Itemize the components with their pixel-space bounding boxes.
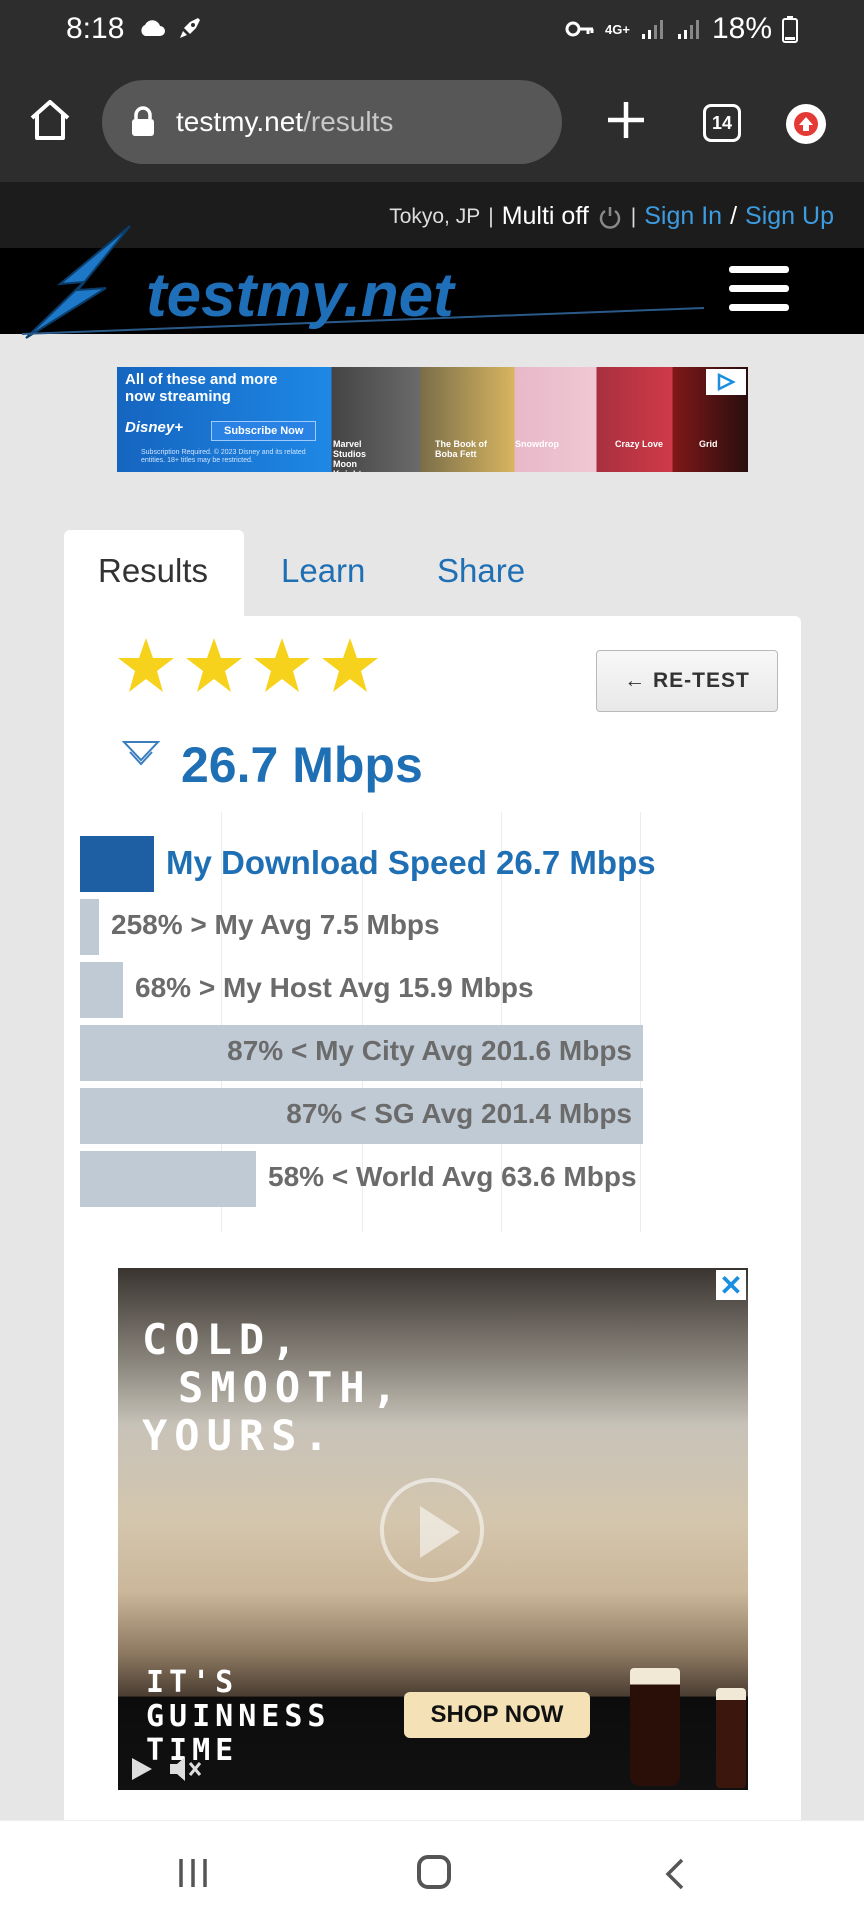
site-logo[interactable]: testmy.net (22, 224, 722, 340)
speed-comparison-chart: My Download Speed 26.7 Mbps 258% > My Av… (80, 812, 656, 1232)
signal-icon-2 (677, 20, 699, 39)
site-header: testmy.net (0, 225, 864, 339)
ad-video-bottom[interactable]: COLD, SMOOTH, YOURS. IT'S GUINNESS TIME … (118, 1268, 748, 1790)
bar-world-avg (80, 1151, 256, 1207)
bar-host-avg (80, 962, 123, 1018)
play-small-icon[interactable] (130, 1756, 154, 1782)
close-ad-icon[interactable]: ✕ (716, 1270, 746, 1301)
star-icon (322, 638, 378, 692)
cloud-icon (141, 20, 165, 36)
status-time: 8:18 (66, 12, 125, 45)
slash-separator: / (730, 202, 738, 230)
rocket-icon (180, 18, 200, 38)
tab-switcher-button[interactable]: 14 (703, 104, 741, 142)
new-tab-icon[interactable] (604, 98, 648, 142)
tab-share[interactable]: Share (437, 552, 525, 590)
star-icon (186, 638, 242, 692)
bar-my-download (80, 836, 154, 892)
browser-toolbar: testmy.net/results 14 (0, 64, 864, 182)
pint-glass-image (630, 1668, 680, 1786)
status-bar: 8:18 4G+ 18% (0, 0, 864, 64)
svg-text:testmy.net: testmy.net (146, 261, 456, 330)
label-sg-avg: 87% < SG Avg 201.4 Mbps (286, 1098, 632, 1129)
star-icon (118, 638, 174, 692)
download-arrow-icon (122, 741, 160, 766)
ad-small-print: Subscription Required. © 2023 Disney and… (141, 449, 306, 464)
key-icon (565, 21, 594, 37)
star-icon (254, 638, 310, 692)
rating-stars (116, 636, 380, 696)
update-icon[interactable] (786, 104, 826, 144)
home-nav-icon[interactable] (417, 1855, 451, 1889)
mute-icon[interactable] (168, 1754, 202, 1784)
ad-headline: COLD, SMOOTH, YOURS. (142, 1315, 405, 1460)
address-bar[interactable]: testmy.net/results (102, 80, 562, 164)
menu-icon[interactable] (729, 266, 789, 312)
back-icon[interactable] (662, 1857, 688, 1891)
url-text: testmy.net/results (176, 106, 394, 137)
tab-learn[interactable]: Learn (281, 552, 365, 590)
home-icon[interactable] (26, 96, 74, 144)
network-type: 4G+ (605, 21, 630, 37)
adchoices-icon[interactable] (706, 369, 746, 395)
tab-results[interactable]: Results (64, 530, 244, 620)
disney-logo: Disney+ (125, 419, 183, 436)
bar-my-avg (80, 899, 99, 955)
signal-icon (641, 20, 663, 39)
system-navigation-bar (0, 1820, 864, 1920)
label-my-download: My Download Speed 26.7 Mbps (166, 844, 656, 881)
battery-level: 18% (711, 12, 772, 45)
label-my-avg: 258% > My Avg 7.5 Mbps (111, 909, 440, 940)
battery-icon (782, 16, 798, 43)
ad-banner-top[interactable]: All of these and more now streaming Disn… (117, 367, 748, 472)
video-play-icon[interactable] (380, 1478, 484, 1582)
sign-up-link[interactable]: Sign Up (745, 202, 834, 231)
label-host-avg: 68% > My Host Avg 15.9 Mbps (135, 972, 534, 1003)
download-speed-value: 26.7 Mbps (181, 737, 423, 793)
pint-glass-image (716, 1688, 746, 1788)
retest-button[interactable]: ← RE-TEST (596, 650, 778, 712)
label-city-avg: 87% < My City Avg 201.6 Mbps (227, 1035, 632, 1066)
lock-icon (132, 106, 154, 136)
shop-now-button[interactable]: SHOP NOW (404, 1692, 590, 1738)
ad-subscribe-button[interactable]: Subscribe Now (211, 421, 317, 441)
recent-apps-icon[interactable] (176, 1857, 210, 1889)
ad-tagline: IT'S GUINNESS TIME (146, 1665, 331, 1768)
label-world-avg: 58% < World Avg 63.6 Mbps (268, 1161, 637, 1192)
